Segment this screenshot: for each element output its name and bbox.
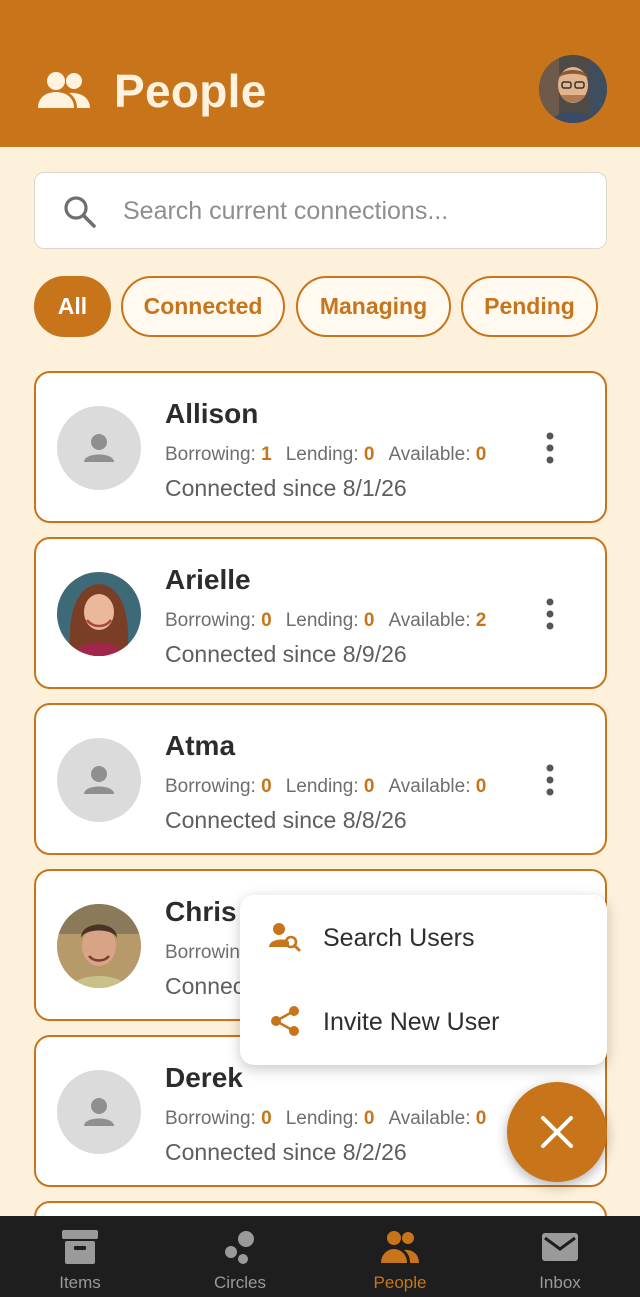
mail-icon <box>542 1233 578 1261</box>
more-vertical-icon[interactable] <box>540 763 560 797</box>
person-stats: Borrowing: 0 Lending: 0 Available: 2 <box>165 610 487 631</box>
person-name: Arielle <box>165 564 251 595</box>
search-users-menu-item[interactable]: Search Users <box>240 898 607 978</box>
search-icon <box>64 196 96 228</box>
profile-avatar[interactable] <box>539 55 607 123</box>
person-name: Atma <box>165 730 236 761</box>
share-icon <box>271 1006 299 1036</box>
more-vertical-icon[interactable] <box>540 597 560 631</box>
person-name: Derek <box>165 1062 243 1093</box>
fab-menu: Search Users Invite New User <box>240 895 607 1065</box>
filter-chip-all[interactable]: All <box>34 276 111 337</box>
avatar <box>57 572 141 656</box>
connected-since: Connected since 8/1/26 <box>165 475 407 501</box>
people-icon <box>381 1231 419 1263</box>
invite-new-user-menu-item[interactable]: Invite New User <box>240 982 607 1062</box>
nav-label: Items <box>59 1273 101 1292</box>
person-card-atma[interactable]: Atma Borrowing: 0 Lending: 0 Available: 0 … <box>34 703 607 855</box>
connected-since: Connected since 8/2/26 <box>165 1139 407 1165</box>
archive-box-icon <box>62 1230 98 1264</box>
person-stats: Borrowing: 0 Lending: 0 Available: 0 <box>165 776 487 797</box>
search-input[interactable] <box>123 191 583 231</box>
search-user-icon <box>269 923 301 952</box>
nav-label: Inbox <box>539 1273 581 1292</box>
nav-items[interactable]: Items <box>0 1216 160 1297</box>
filter-chip-connected[interactable]: Connected <box>121 276 285 337</box>
menu-item-label: Invite New User <box>323 1008 500 1036</box>
person-stats: Borrowing: 1 Lending: 0 Available: 0 <box>165 444 487 465</box>
page-title: People <box>114 65 267 117</box>
nav-people[interactable]: People <box>320 1216 480 1297</box>
person-card-allison[interactable]: Allison Borrowing: 1 Lending: 0 Available:… <box>34 371 607 523</box>
person-stats: Borrowin <box>165 942 240 963</box>
default-avatar-icon <box>57 1070 141 1154</box>
close-fab-button[interactable] <box>507 1082 607 1182</box>
app-header: People <box>0 0 640 147</box>
connected-since: Connected since 8/9/26 <box>165 641 407 667</box>
nav-inbox[interactable]: Inbox <box>480 1216 640 1297</box>
person-name: Chris <box>165 896 237 927</box>
connected-since: Connected since 8/8/26 <box>165 807 407 833</box>
more-vertical-icon[interactable] <box>540 431 560 465</box>
close-icon <box>541 1116 573 1148</box>
filter-chip-pending[interactable]: Pending <box>461 276 598 337</box>
nav-label: Circles <box>214 1273 266 1292</box>
search-box <box>34 172 607 249</box>
avatar <box>57 904 141 988</box>
filter-chip-managing[interactable]: Managing <box>296 276 451 337</box>
nav-label: People <box>373 1273 427 1292</box>
default-avatar-icon <box>57 406 141 490</box>
person-card-arielle[interactable]: Arielle Borrowing: 0 Lending: 0 Available:… <box>34 537 607 689</box>
nav-circles[interactable]: Circles <box>160 1216 320 1297</box>
person-name: Allison <box>165 398 259 429</box>
people-icon <box>38 72 90 108</box>
bottom-nav: Items Circles People Inbox <box>0 1216 640 1297</box>
circles-icon <box>225 1231 254 1264</box>
connected-since: Connec <box>165 973 245 999</box>
person-stats: Borrowing: 0 Lending: 0 Available: 0 <box>165 1108 487 1129</box>
default-avatar-icon <box>57 738 141 822</box>
menu-item-label: Search Users <box>323 924 475 952</box>
